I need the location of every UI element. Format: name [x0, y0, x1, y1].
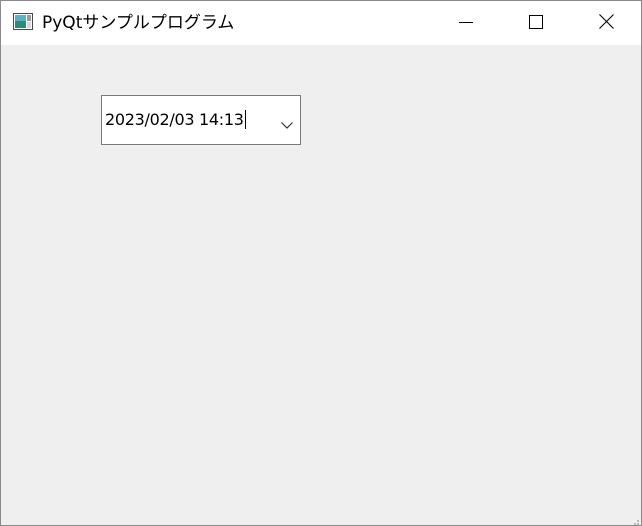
close-icon: [598, 13, 614, 33]
title-bar[interactable]: PyQtサンプルプログラム: [1, 1, 641, 45]
text-caret: [244, 110, 246, 129]
client-area: 2023/02/03 14:13: [1, 45, 641, 525]
datetime-edit[interactable]: 2023/02/03 14:13: [101, 95, 301, 145]
maximize-icon: [529, 14, 543, 33]
close-button[interactable]: [571, 1, 641, 45]
chevron-down-icon[interactable]: [280, 115, 294, 129]
main-window: PyQtサンプルプログラム 2023/02/03 14:13: [0, 0, 642, 526]
minimize-button[interactable]: [431, 1, 501, 45]
window-title: PyQtサンプルプログラム: [42, 13, 235, 33]
size-grip-icon[interactable]: [629, 513, 639, 525]
minimize-icon: [459, 14, 473, 33]
app-window-icon: [13, 13, 33, 30]
maximize-button[interactable]: [501, 1, 571, 45]
datetime-value[interactable]: 2023/02/03 14:13: [105, 109, 246, 131]
